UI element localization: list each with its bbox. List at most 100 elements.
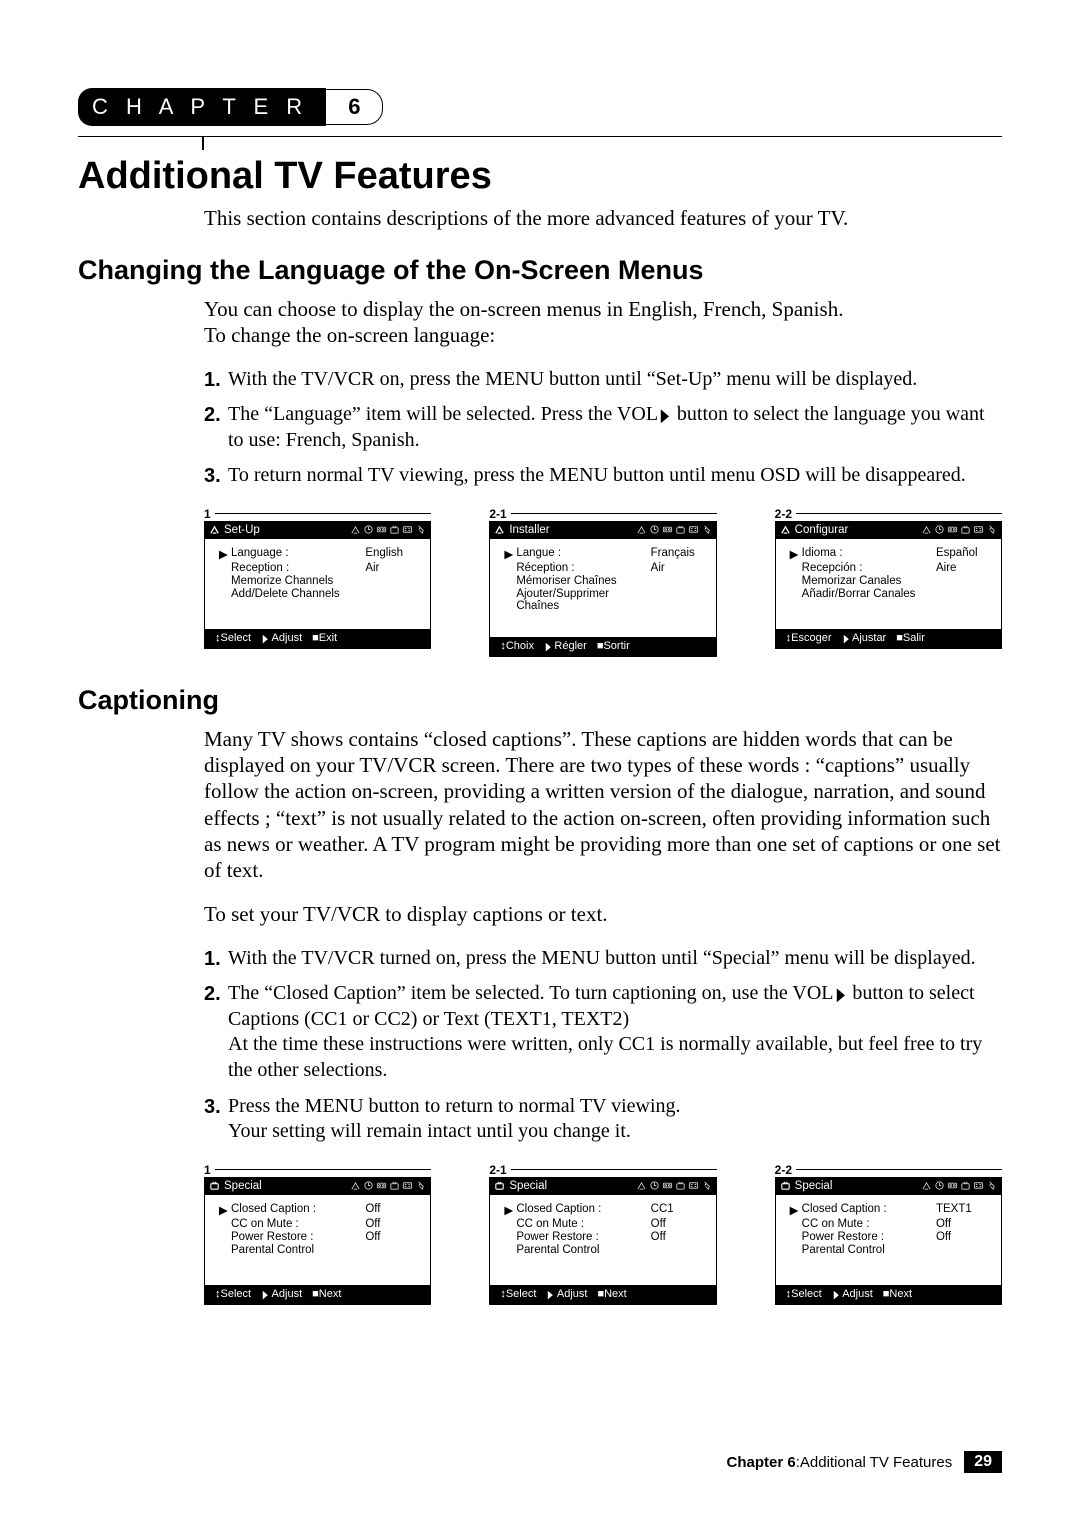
row-value [936, 588, 991, 600]
row-key: Power Restore : [231, 1231, 365, 1243]
row-key: Langue : [516, 547, 650, 561]
row-value: Off [365, 1231, 420, 1243]
footer-adjust: ▶Adjust [261, 632, 302, 645]
section1-intro-1: You can choose to display the on-screen … [204, 296, 1002, 322]
row-arrow-icon: ▶ [219, 547, 231, 561]
panel-row: Memorize Channels [219, 575, 420, 587]
row-key: Power Restore : [802, 1231, 936, 1243]
osd-panel: 2-1Installer▶Langue :FrançaisRéception :… [489, 507, 716, 657]
row-key: Ajouter/Supprimer Chaînes [516, 588, 650, 612]
panel-label: 2-1 [489, 1163, 506, 1177]
panel-row: ▶Closed Caption :Off [219, 1203, 420, 1217]
panel-row: CC on Mute :Off [219, 1218, 420, 1230]
panel-row: CC on Mute :Off [504, 1218, 705, 1230]
row-key: Power Restore : [516, 1231, 650, 1243]
row-value: Off [936, 1218, 991, 1230]
row-value [365, 1244, 420, 1256]
panel-row: ▶Language :English [219, 547, 420, 561]
steps-list-2: With the TV/VCR turned on, press the MEN… [204, 946, 1002, 1145]
footer-select: ↕Select [215, 1288, 251, 1301]
row-key: Parental Control [802, 1244, 936, 1256]
footer-adjust: ▶Adjust [832, 1288, 873, 1301]
row-arrow-icon: ▶ [504, 1203, 516, 1217]
panel-row: Réception :Air [504, 562, 705, 574]
row-arrow-icon [790, 1218, 802, 1230]
panel-row: ▶Closed Caption :TEXT1 [790, 1203, 991, 1217]
panel-header-icons [888, 1180, 997, 1191]
footer-select: ↕Select [215, 632, 251, 645]
panel-row: CC on Mute :Off [790, 1218, 991, 1230]
row-value: Off [651, 1231, 706, 1243]
panel-row: Power Restore :Off [790, 1231, 991, 1243]
row-value [651, 588, 706, 612]
step-item: To return normal TV viewing, press the M… [204, 463, 1002, 489]
osd-panels-row-1: 1Set-Up▶Language :EnglishReception :AirM… [204, 507, 1002, 657]
panel-title: Set-Up [209, 524, 318, 536]
panel-header-icons [888, 524, 997, 535]
row-key: Mémoriser Chaînes [516, 575, 650, 587]
panel-body: ▶Closed Caption :CC1CC on Mute :OffPower… [490, 1195, 715, 1285]
panel-body: ▶Closed Caption :TEXT1CC on Mute :OffPow… [776, 1195, 1001, 1285]
footer-adjust: ▶Régler [544, 640, 587, 653]
row-key: Memorizar Canales [802, 575, 936, 587]
osd-panel: 1Special▶Closed Caption :OffCC on Mute :… [204, 1163, 431, 1305]
panel-body: ▶Language :EnglishReception :AirMemorize… [205, 539, 430, 629]
panel-row: ▶Langue :Français [504, 547, 705, 561]
footer-exit: ■Salir [896, 632, 925, 645]
osd-panels-row-2: 1Special▶Closed Caption :OffCC on Mute :… [204, 1163, 1002, 1305]
panel-row: Recepción :Aire [790, 562, 991, 574]
row-value: Off [651, 1218, 706, 1230]
footer-exit: ■Next [312, 1288, 341, 1301]
row-arrow-icon [504, 1244, 516, 1256]
row-arrow-icon [790, 1231, 802, 1243]
row-arrow-icon [504, 1218, 516, 1230]
row-key: CC on Mute : [516, 1218, 650, 1230]
panel-footer: ↕Select▶Adjust■Next [776, 1285, 1001, 1304]
section-heading-language: Changing the Language of the On-Screen M… [78, 255, 1002, 286]
step-item: The “Closed Caption” item be selected. T… [204, 981, 1002, 1083]
page-title: Additional TV Features [78, 155, 1002, 198]
footer-exit: ■Sortir [597, 640, 630, 653]
panel-footer: ↕Escoger▶Ajustar■Salir [776, 629, 1001, 648]
row-value: Aire [936, 562, 991, 574]
row-arrow-icon [219, 562, 231, 574]
osd-panel: 2-1Special▶Closed Caption :CC1CC on Mute… [489, 1163, 716, 1305]
panel-title: Special [209, 1180, 318, 1192]
panel-body: ▶Idioma :EspañolRecepción :AireMemorizar… [776, 539, 1001, 629]
chapter-number: 6 [326, 89, 383, 125]
section-heading-captioning: Captioning [78, 685, 1002, 716]
row-value: Air [365, 562, 420, 574]
row-value: Français [651, 547, 706, 561]
row-value [651, 1244, 706, 1256]
footer-adjust: ▶Adjust [546, 1288, 587, 1301]
steps-list-1: With the TV/VCR on, press the MENU butto… [204, 367, 1002, 489]
row-key: Réception : [516, 562, 650, 574]
panel-row: Añadir/Borrar Canales [790, 588, 991, 600]
panel-title: Installer [494, 524, 603, 536]
row-value: Español [936, 547, 991, 561]
footer-adjust: ▶Adjust [261, 1288, 302, 1301]
row-value: Off [365, 1203, 420, 1217]
row-key: Language : [231, 547, 365, 561]
panel-header-icons [603, 1180, 712, 1191]
panel-row: Mémoriser Chaînes [504, 575, 705, 587]
panel-header-icons [603, 524, 712, 535]
chapter-header: C H A P T E R 6 [78, 88, 1002, 126]
chapter-label: C H A P T E R [78, 88, 326, 126]
footer-page-number: 29 [964, 1451, 1002, 1473]
panel-row: Add/Delete Channels [219, 588, 420, 600]
panel-row: Parental Control [790, 1244, 991, 1256]
panel-row: ▶Idioma :Español [790, 547, 991, 561]
row-arrow-icon [790, 562, 802, 574]
panel-row: Memorizar Canales [790, 575, 991, 587]
panel-label: 2-2 [775, 507, 792, 521]
step-item: With the TV/VCR turned on, press the MEN… [204, 946, 1002, 972]
panel-title: Special [780, 1180, 889, 1192]
row-key: Closed Caption : [231, 1203, 365, 1217]
panel-body: ▶Langue :FrançaisRéception :AirMémoriser… [490, 539, 715, 637]
footer-chapter: Chapter 6 [727, 1454, 796, 1471]
row-arrow-icon [504, 562, 516, 574]
row-value [936, 1244, 991, 1256]
page-footer: Chapter 6 : Additional TV Features 29 [727, 1451, 1002, 1473]
row-arrow-icon [790, 1244, 802, 1256]
